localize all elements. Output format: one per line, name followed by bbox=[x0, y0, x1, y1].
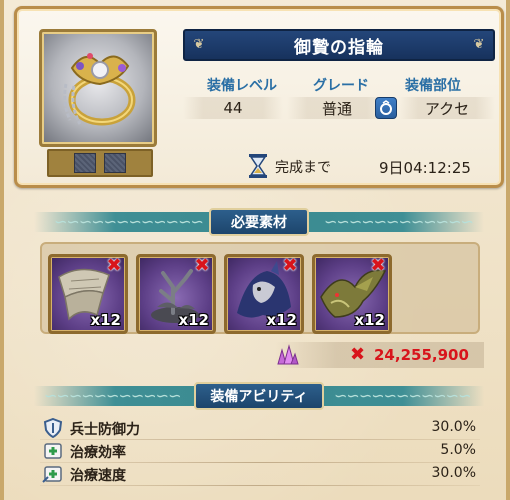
ability-row: 治療効率 5.0% bbox=[40, 441, 480, 463]
gem-slot[interactable] bbox=[104, 153, 126, 173]
item-info-panel: ❦ 御贄の指輪 ❦ 装備レベル 44 グレード 普通 装備部位 アクセ 完成まで bbox=[14, 6, 504, 188]
shield-icon bbox=[43, 418, 63, 438]
ornament-icon: ❦ bbox=[473, 37, 485, 52]
equip-slot-value: アクセ bbox=[399, 97, 495, 119]
abilities-title: 装備アビリティ bbox=[194, 382, 324, 410]
abilities-header: ∽∽∽∽∽∽∽∽∽∽∽ ∽∽∽∽∽∽∽∽∽∽∽ 装備アビリティ bbox=[34, 382, 484, 410]
ability-value: 30.0% bbox=[431, 465, 476, 481]
material-count: x12 bbox=[178, 311, 209, 329]
swirl-ornament-icon: ∽∽∽∽∽∽∽∽∽∽∽ bbox=[44, 386, 181, 405]
divider bbox=[40, 485, 480, 486]
heal-efficiency-icon bbox=[44, 443, 62, 459]
crystal-icon bbox=[277, 344, 299, 365]
swirl-ornament-icon: ∽∽∽∽∽∽∽∽∽∽∽∽ bbox=[324, 212, 474, 231]
material-slot[interactable]: ✖ x12 bbox=[48, 254, 128, 334]
insufficient-x-icon: ✖ bbox=[350, 344, 366, 365]
grade-value: 普通 bbox=[287, 97, 387, 119]
craft-cost: ✖ 24,255,900 bbox=[274, 342, 484, 368]
swirl-ornament-icon: ∽∽∽∽∽∽∽∽∽∽∽ bbox=[334, 386, 471, 405]
missing-x-icon: ✖ bbox=[106, 255, 122, 276]
equip-level-label: 装備レベル bbox=[207, 78, 277, 94]
cost-value: 24,255,900 bbox=[374, 346, 469, 364]
heal-speed-icon bbox=[42, 466, 62, 483]
gem-slot[interactable] bbox=[74, 153, 96, 173]
equip-slot-label: 装備部位 bbox=[405, 78, 461, 94]
craft-timer: 完成まで 9日04:12:25 bbox=[183, 153, 495, 179]
missing-x-icon: ✖ bbox=[282, 255, 298, 276]
ornament-icon: ❦ bbox=[193, 37, 205, 52]
materials-panel: ✖ x12 ✖ x12 ✖ x12 ✖ x12 bbox=[40, 242, 480, 334]
item-title: 御贄の指輪 bbox=[294, 37, 384, 58]
divider bbox=[40, 462, 480, 463]
materials-header: ∽∽∽∽∽∽∽∽∽∽∽∽ ∽∽∽∽∽∽∽∽∽∽∽∽ 必要素材 bbox=[34, 208, 484, 236]
material-slot[interactable]: ✖ x12 bbox=[312, 254, 392, 334]
hourglass-icon bbox=[249, 154, 267, 178]
timer-value: 9日04:12:25 bbox=[379, 159, 471, 177]
swirl-ornament-icon: ∽∽∽∽∽∽∽∽∽∽∽∽ bbox=[54, 212, 204, 231]
divider bbox=[40, 439, 480, 440]
ability-value: 30.0% bbox=[431, 419, 476, 435]
equip-level-value: 44 bbox=[183, 97, 283, 119]
item-title-bar: ❦ 御贄の指輪 ❦ bbox=[183, 29, 495, 61]
grade-label: グレード bbox=[313, 78, 369, 94]
ability-label: 治療効率 bbox=[70, 445, 126, 461]
missing-x-icon: ✖ bbox=[194, 255, 210, 276]
material-count: x12 bbox=[90, 311, 121, 329]
equipment-craft-screen: ❦ 御贄の指輪 ❦ 装備レベル 44 グレード 普通 装備部位 アクセ 完成まで bbox=[0, 0, 510, 500]
ability-label: 治療速度 bbox=[70, 468, 126, 484]
ability-row: 治療速度 30.0% bbox=[40, 464, 480, 486]
material-count: x12 bbox=[266, 311, 297, 329]
item-portrait[interactable] bbox=[39, 29, 157, 147]
material-slot[interactable]: ✖ x12 bbox=[224, 254, 304, 334]
ring-icon bbox=[63, 53, 136, 126]
missing-x-icon: ✖ bbox=[370, 255, 386, 276]
ability-row: 兵士防御力 30.0% bbox=[40, 418, 480, 440]
material-count: x12 bbox=[354, 311, 385, 329]
material-slot[interactable]: ✖ x12 bbox=[136, 254, 216, 334]
ability-value: 5.0% bbox=[440, 442, 476, 458]
ability-label: 兵士防御力 bbox=[70, 422, 140, 438]
gem-slot-bar bbox=[47, 149, 153, 177]
materials-title: 必要素材 bbox=[209, 208, 309, 236]
timer-label: 完成まで bbox=[275, 160, 331, 176]
ring-slot-icon bbox=[375, 97, 397, 119]
